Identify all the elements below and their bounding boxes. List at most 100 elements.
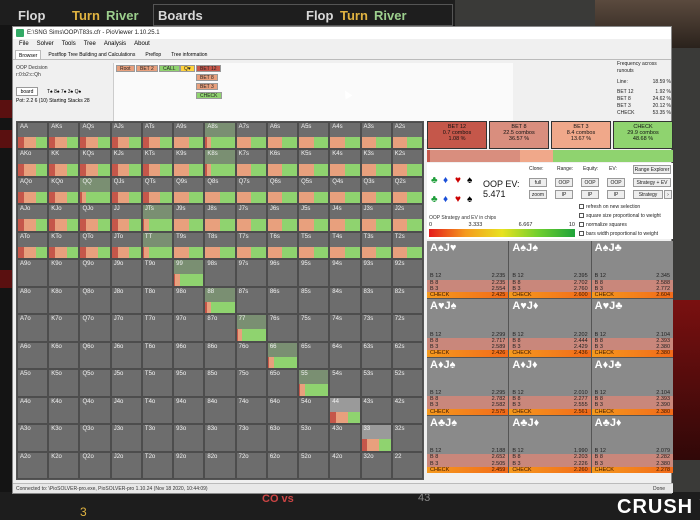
hand-cell[interactable]: J6s [266,204,299,232]
hand-cell[interactable]: J3s [360,204,392,232]
checkbox-icon[interactable] [579,222,584,228]
hand-cell[interactable]: JTo [110,231,142,260]
hand-cell[interactable]: T3s [360,231,392,260]
hand-cell[interactable]: 97o [173,314,205,342]
hand-cell[interactable]: KJs [110,149,142,177]
diamond-icon[interactable]: ♦ [443,175,448,186]
hand-cell[interactable]: QQ [79,176,111,205]
hand-cell[interactable]: K2s [391,149,423,177]
hand-cell[interactable]: 86s [266,286,299,315]
hand-cell[interactable]: K5o [48,369,80,397]
hand-cell[interactable]: 43o [329,424,361,452]
hand-cell[interactable]: 73s [360,314,392,342]
hand-cell[interactable]: T2o [141,451,174,479]
hand-cell[interactable]: K3o [48,424,80,452]
hand-cell[interactable]: 72o [235,451,267,479]
hand-cell[interactable]: 84s [329,286,361,315]
action-card-bet-3[interactable]: BET 3 8.4 combos 13.67 % [551,121,611,149]
combo-card[interactable]: A♦J♣ B 12 2.104 B 8 2.393 B 3 2.390 CHECK 2.380 [591,357,673,415]
hand-cell[interactable]: 84o [204,396,236,425]
spade-icon[interactable]: ♠ [467,175,472,186]
hand-cell[interactable]: Q6o [79,341,111,370]
tree-node-call[interactable]: CALL [159,65,180,72]
hand-cell[interactable]: KQs [79,149,111,177]
hand-cell[interactable]: 54s [329,369,361,397]
hand-cell[interactable]: J4o [110,396,142,425]
checkbox-icon[interactable] [579,213,584,219]
equity-oop-button[interactable]: OOP [581,178,599,187]
hand-cell[interactable]: 92s [391,259,423,287]
hand-cell[interactable]: 87o [204,314,236,342]
hand-cell[interactable]: A7s [235,122,267,150]
hand-cell[interactable]: K5s [298,149,330,177]
tree-node-root[interactable]: Root [116,65,135,72]
hand-cell[interactable]: 73o [235,424,267,452]
hand-cell[interactable]: A4s [329,122,361,150]
hand-cell[interactable]: Q5o [79,369,111,397]
hand-cell[interactable]: J7s [235,204,267,232]
combo-card[interactable]: A♥J♣ B 12 2.104 B 8 2.393 B 3 2.380 CHECK 2.380 [591,299,673,357]
hand-cell[interactable]: 22 [391,451,423,479]
hand-cell[interactable]: 95o [173,369,205,397]
hand-cell[interactable]: J9s [173,204,205,232]
hand-cell[interactable]: 83s [360,286,392,315]
hand-cell[interactable]: T9s [173,231,205,260]
hand-cell[interactable]: 98s [204,259,236,287]
hand-cell[interactable]: Q3o [79,424,111,452]
tree-node-bet-2[interactable]: BET 2 [136,65,158,72]
diamond-icon[interactable]: ♦ [443,194,448,205]
zoom-button[interactable]: zoom [529,190,547,199]
hand-cell[interactable]: TT [141,231,174,260]
hand-cell[interactable]: K8o [48,286,80,315]
hand-cell[interactable]: A3s [360,122,392,150]
hand-cell[interactable]: 42s [391,396,423,425]
hand-cell[interactable]: Q9o [79,259,111,287]
hand-cell[interactable]: T4s [329,231,361,260]
hand-cell[interactable]: Q6s [266,176,299,205]
hand-cell[interactable]: T6o [141,341,174,370]
hand-cell[interactable]: 98o [173,286,205,315]
hand-cell[interactable]: 76s [266,314,299,342]
hand-cell[interactable]: Q8o [79,286,111,315]
hand-cell[interactable]: 43s [360,396,392,425]
hand-cell[interactable]: Q3s [360,176,392,205]
hand-cell[interactable]: QJs [110,176,142,205]
hand-cell[interactable]: 86o [204,341,236,370]
range-explorer-button[interactable]: Range Explorer [633,165,671,174]
ev-oop-button[interactable]: OOP [607,178,625,187]
range-ip-button[interactable]: IP [555,190,573,199]
hand-cell[interactable]: 88 [204,286,236,315]
action-card-check[interactable]: CHECK 29.9 combos 48.68 % [613,121,673,149]
hand-cell[interactable]: J4s [329,204,361,232]
hand-cell[interactable]: J2o [110,451,142,479]
hand-cell[interactable]: T2s [391,231,423,260]
hand-cell[interactable]: 62s [391,341,423,370]
hand-cell[interactable]: T5s [298,231,330,260]
hand-cell[interactable]: 63s [360,341,392,370]
hand-cell[interactable]: KJo [48,204,80,232]
hand-cell[interactable]: T8o [141,286,174,315]
combo-card[interactable]: A♣J♦ B 12 2.079 B 8 2.282 B 3 2.380 CHECK 2.278 [591,415,673,473]
hand-cell[interactable]: 93o [173,424,205,452]
heart-icon[interactable]: ♥ [455,194,461,205]
hand-cell[interactable]: K4o [48,396,80,425]
hand-cell[interactable]: 74o [235,396,267,425]
tree-node-bet-8[interactable]: BET 8 [196,74,218,81]
hand-cell[interactable]: K6s [266,149,299,177]
hand-cell[interactable]: 85o [204,369,236,397]
hand-cell[interactable]: KTs [141,149,174,177]
action-card-bet-8[interactable]: BET 8 22.5 combos 36.57 % [489,121,549,149]
hand-cell[interactable]: 87s [235,286,267,315]
checkbox-icon[interactable] [579,204,584,210]
hand-cell[interactable]: 94o [173,396,205,425]
checkbox-icon[interactable] [579,231,584,237]
hand-cell[interactable]: K3s [360,149,392,177]
hand-cell[interactable]: 96s [266,259,299,287]
spade-icon[interactable]: ♠ [467,194,472,205]
hand-cell[interactable]: A2o [17,451,49,479]
option-bars-width[interactable]: bars width proportional to weight [579,230,661,239]
hand-cell[interactable]: 33 [360,424,392,452]
hand-cell[interactable]: Q2o [79,451,111,479]
hand-cell[interactable]: 83o [204,424,236,452]
hand-cell[interactable]: A6s [266,122,299,150]
